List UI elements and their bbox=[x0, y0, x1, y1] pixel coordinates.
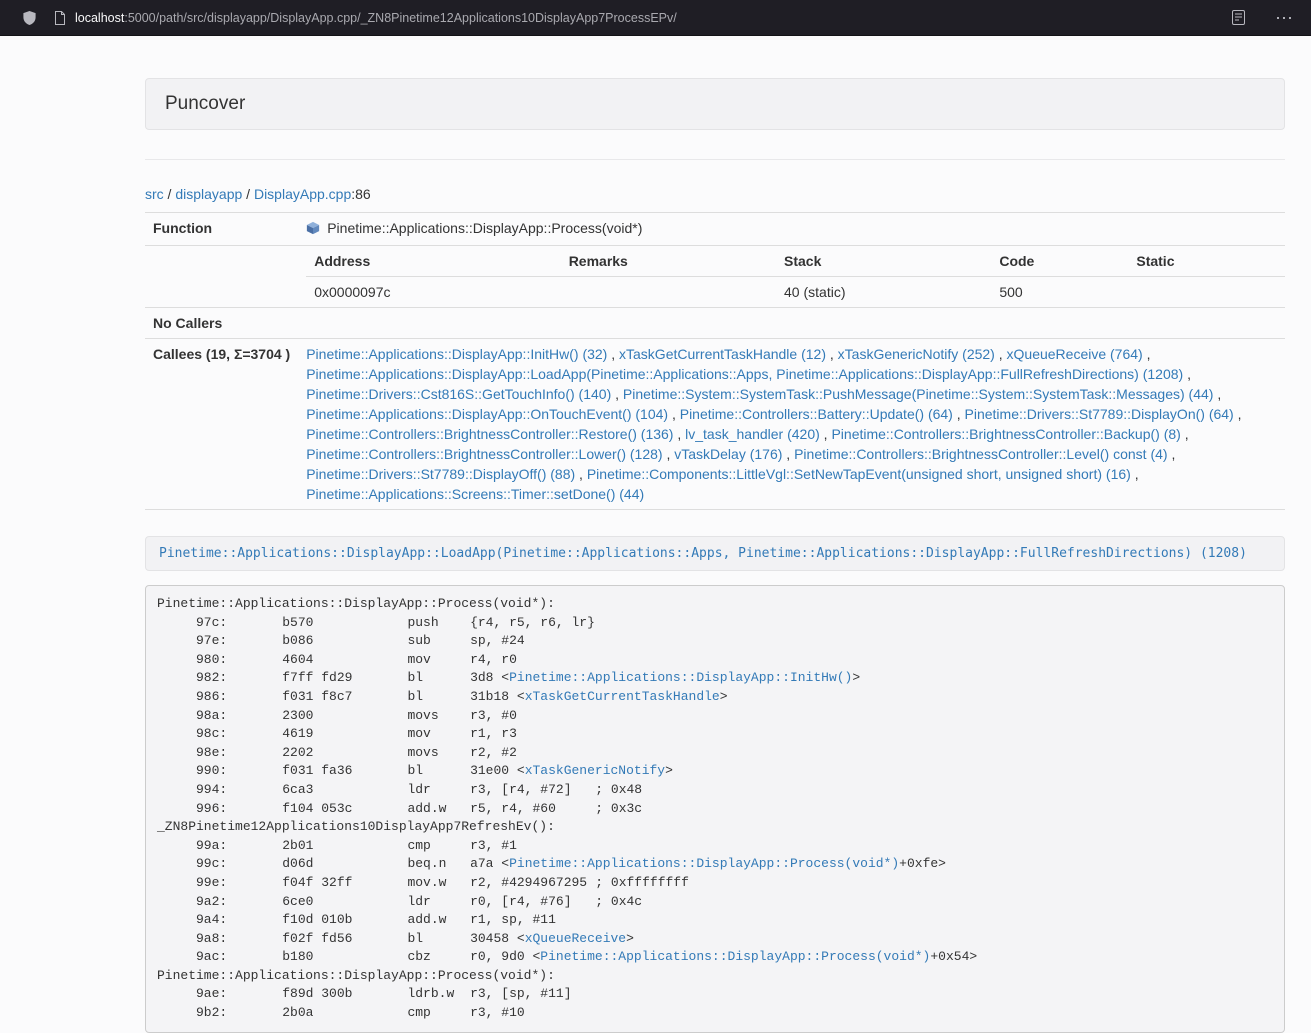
function-name: Pinetime::Applications::DisplayApp::Proc… bbox=[327, 220, 642, 236]
no-callers-row: No Callers bbox=[145, 308, 1285, 339]
breadcrumb-separator: / bbox=[164, 186, 176, 202]
reader-view-icon[interactable] bbox=[1232, 10, 1245, 25]
shield-icon[interactable] bbox=[22, 10, 37, 26]
empty-label-cell bbox=[145, 246, 298, 308]
callee-separator: , bbox=[782, 446, 794, 462]
code-symbol-link[interactable]: xTaskGenericNotify bbox=[525, 763, 665, 778]
code-symbol-link[interactable]: Pinetime::Applications::DisplayApp::Proc… bbox=[540, 949, 930, 964]
callee-separator: , bbox=[611, 386, 623, 402]
url-path: :5000/path/src/displayapp/DisplayApp.cpp… bbox=[124, 11, 676, 25]
url-host: localhost bbox=[75, 11, 124, 25]
code-symbol-link[interactable]: Pinetime::Applications::DisplayApp::Proc… bbox=[509, 856, 899, 871]
disassembly-block: Pinetime::Applications::DisplayApp::Proc… bbox=[145, 585, 1285, 1033]
function-row: Function Pinetime::Applications::Display… bbox=[145, 213, 1285, 246]
address-value: 0x0000097c bbox=[306, 277, 560, 308]
callee-link[interactable]: Pinetime::Controllers::Battery::Update()… bbox=[680, 406, 953, 422]
breadcrumb-line-number: :86 bbox=[351, 186, 370, 202]
breadcrumb-separator: / bbox=[242, 186, 254, 202]
callee-link[interactable]: Pinetime::Controllers::BrightnessControl… bbox=[794, 446, 1167, 462]
callee-separator: , bbox=[1168, 446, 1176, 462]
callees-cell: Pinetime::Applications::DisplayApp::Init… bbox=[298, 339, 1285, 510]
col-address: Address bbox=[306, 246, 560, 277]
callee-separator: , bbox=[1183, 366, 1191, 382]
function-type-icon bbox=[306, 220, 320, 240]
metrics-header-row: Address Remarks Stack Code Static bbox=[306, 246, 1285, 277]
callee-separator: , bbox=[1143, 346, 1151, 362]
callee-link[interactable]: Pinetime::Controllers::BrightnessControl… bbox=[306, 426, 673, 442]
callee-separator: , bbox=[1213, 386, 1221, 402]
divider bbox=[145, 159, 1285, 160]
breadcrumb-link-file[interactable]: DisplayApp.cpp bbox=[254, 186, 351, 202]
col-stack: Stack bbox=[776, 246, 991, 277]
callee-link[interactable]: Pinetime::Applications::DisplayApp::OnTo… bbox=[306, 406, 668, 422]
callee-link[interactable]: Pinetime::Controllers::BrightnessControl… bbox=[831, 426, 1180, 442]
callee-separator: , bbox=[1234, 406, 1242, 422]
code-symbol-link[interactable]: xQueueReceive bbox=[525, 931, 626, 946]
callee-separator: , bbox=[668, 406, 680, 422]
callee-link[interactable]: Pinetime::Controllers::BrightnessControl… bbox=[306, 446, 662, 462]
callee-link[interactable]: Pinetime::Applications::DisplayApp::Load… bbox=[306, 366, 1183, 382]
stack-value: 40 (static) bbox=[776, 277, 991, 308]
metrics-value-row: 0x0000097c 40 (static) 500 bbox=[306, 277, 1285, 308]
callee-link[interactable]: Pinetime::Drivers::Cst816S::GetTouchInfo… bbox=[306, 386, 611, 402]
breadcrumb-link-displayapp[interactable]: displayapp bbox=[175, 186, 242, 202]
callee-separator: , bbox=[953, 406, 965, 422]
callees-row: Callees (19, Σ=3704 ) Pinetime::Applicat… bbox=[145, 339, 1285, 510]
code-size-value: 500 bbox=[991, 277, 1128, 308]
no-callers-cell bbox=[298, 308, 1285, 339]
disassembly-code: Pinetime::Applications::DisplayApp::Proc… bbox=[157, 596, 977, 1020]
metrics-row: Address Remarks Stack Code Static 0x0000… bbox=[145, 246, 1285, 308]
callee-separator: , bbox=[663, 446, 675, 462]
col-static: Static bbox=[1128, 246, 1285, 277]
callee-link[interactable]: Pinetime::Applications::DisplayApp::Init… bbox=[306, 346, 607, 362]
callee-link[interactable]: Pinetime::Drivers::St7789::DisplayOn() (… bbox=[965, 406, 1234, 422]
callees-list: Pinetime::Applications::DisplayApp::Init… bbox=[306, 344, 1277, 504]
callees-label: Callees (19, Σ=3704 ) bbox=[145, 339, 298, 510]
no-callers-label: No Callers bbox=[145, 308, 298, 339]
callee-link[interactable]: lv_task_handler (420) bbox=[685, 426, 820, 442]
callee-link[interactable]: Pinetime::Components::LittleVgl::SetNewT… bbox=[587, 466, 1131, 482]
code-symbol-link[interactable]: Pinetime::Applications::DisplayApp::Init… bbox=[509, 670, 852, 685]
function-label: Function bbox=[145, 213, 298, 246]
callee-separator: , bbox=[607, 346, 619, 362]
function-table: Function Pinetime::Applications::Display… bbox=[145, 212, 1285, 510]
page-title: Puncover bbox=[165, 93, 245, 114]
col-code: Code bbox=[991, 246, 1128, 277]
browser-toolbar: localhost:5000/path/src/displayapp/Displ… bbox=[0, 0, 1311, 36]
highlighted-symbol-panel: Pinetime::Applications::DisplayApp::Load… bbox=[145, 536, 1285, 571]
menu-icon[interactable]: ⋯ bbox=[1271, 9, 1297, 27]
callee-separator: , bbox=[826, 346, 838, 362]
callee-separator: , bbox=[1181, 426, 1189, 442]
callee-link[interactable]: Pinetime::System::SystemTask::PushMessag… bbox=[623, 386, 1214, 402]
col-remarks: Remarks bbox=[561, 246, 776, 277]
callee-separator: , bbox=[673, 426, 685, 442]
code-symbol-link[interactable]: xTaskGetCurrentTaskHandle bbox=[525, 689, 720, 704]
callee-separator: , bbox=[575, 466, 587, 482]
remarks-value bbox=[561, 277, 776, 308]
callee-link[interactable]: xTaskGetCurrentTaskHandle (12) bbox=[619, 346, 826, 362]
static-value bbox=[1128, 277, 1285, 308]
metrics-table: Address Remarks Stack Code Static 0x0000… bbox=[306, 246, 1285, 307]
metrics-cell: Address Remarks Stack Code Static 0x0000… bbox=[298, 246, 1285, 308]
page-icon bbox=[54, 11, 66, 25]
url-bar[interactable]: localhost:5000/path/src/displayapp/Displ… bbox=[75, 11, 677, 25]
callee-separator: , bbox=[995, 346, 1007, 362]
callee-link[interactable]: xQueueReceive (764) bbox=[1007, 346, 1143, 362]
callee-link[interactable]: xTaskGenericNotify (252) bbox=[838, 346, 995, 362]
highlighted-symbol-link[interactable]: Pinetime::Applications::DisplayApp::Load… bbox=[159, 546, 1247, 561]
callee-link[interactable]: Pinetime::Applications::Screens::Timer::… bbox=[306, 486, 644, 502]
app-header-panel: Puncover bbox=[145, 78, 1285, 130]
callee-link[interactable]: vTaskDelay (176) bbox=[674, 446, 782, 462]
callee-separator: , bbox=[1131, 466, 1139, 482]
breadcrumb-link-src[interactable]: src bbox=[145, 186, 164, 202]
callee-link[interactable]: Pinetime::Drivers::St7789::DisplayOff() … bbox=[306, 466, 575, 482]
page-container: Puncover src / displayapp / DisplayApp.c… bbox=[145, 78, 1285, 1033]
callee-separator: , bbox=[820, 426, 832, 442]
breadcrumb: src / displayapp / DisplayApp.cpp:86 bbox=[145, 184, 1285, 204]
function-name-cell: Pinetime::Applications::DisplayApp::Proc… bbox=[298, 213, 1285, 246]
